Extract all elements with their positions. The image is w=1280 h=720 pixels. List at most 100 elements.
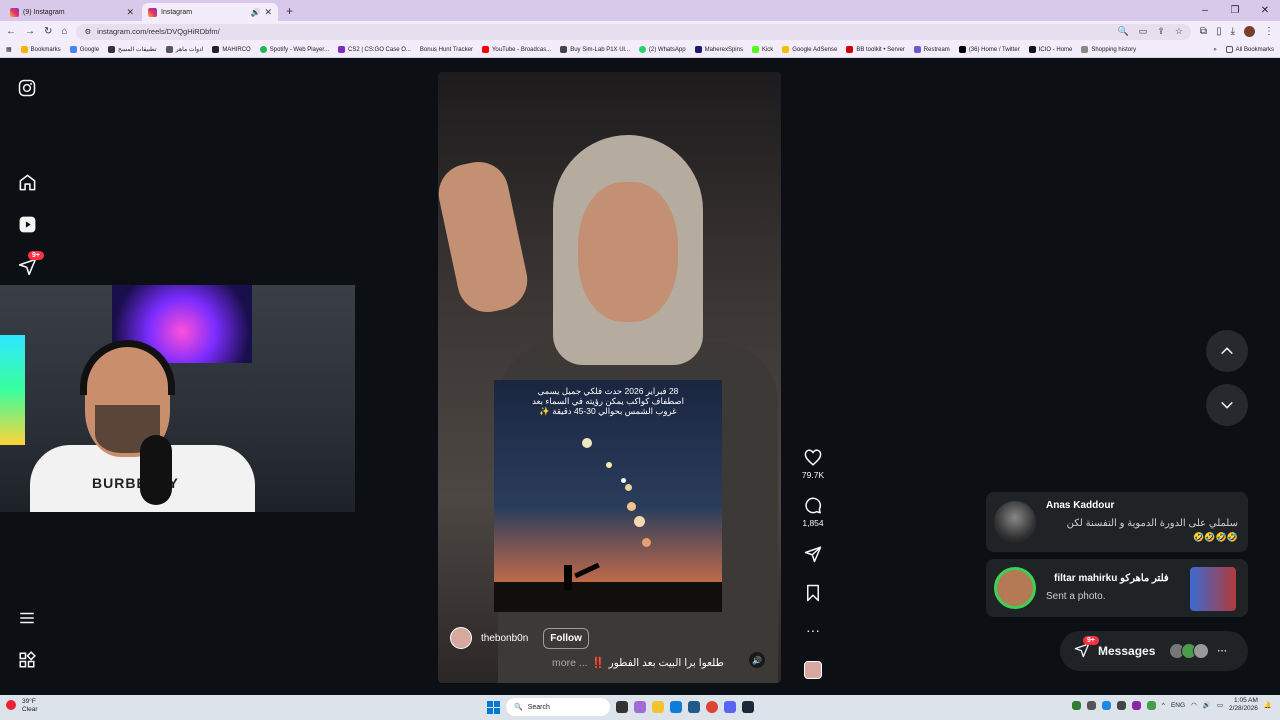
menu-icon[interactable]: ⋮ <box>1264 26 1274 37</box>
copilot-icon[interactable] <box>634 701 646 713</box>
share-icon[interactable]: ⇪ <box>1157 26 1165 37</box>
also-from-meta-icon[interactable] <box>16 649 38 671</box>
message-notification[interactable]: filtar mahirku فلتر ماهركو Sent a photo. <box>986 559 1248 617</box>
tab-instagram-reel[interactable]: Instagram 🔊 ✕ <box>142 3 278 21</box>
message-emojis: 🤣🤣🤣🤣 <box>1193 532 1238 542</box>
volume-icon[interactable]: 🔊 <box>1203 701 1211 709</box>
chrome-icon[interactable] <box>706 701 718 713</box>
instagram-logo-icon[interactable] <box>16 77 38 99</box>
reload-icon[interactable]: ↻ <box>44 26 52 37</box>
bookmark-item[interactable]: BB toolkit • Server <box>846 46 905 53</box>
chevron-up-icon[interactable]: ^ <box>1162 702 1165 709</box>
author-avatar[interactable] <box>450 627 472 649</box>
bookmark-item[interactable]: Google AdSense <box>782 46 837 53</box>
bookmark-item[interactable]: (36) Home / Twitter <box>958 46 1020 53</box>
edge-icon[interactable] <box>670 701 682 713</box>
wifi-icon[interactable]: ◠ <box>1191 701 1197 709</box>
all-bookmarks-button[interactable]: All Bookmarks <box>1225 46 1274 53</box>
bookmark-item[interactable]: Restream <box>913 46 950 53</box>
task-view-icon[interactable] <box>616 701 628 713</box>
forward-icon[interactable]: → <box>25 26 35 37</box>
profile-avatar-icon[interactable] <box>1244 26 1255 37</box>
bookmark-item[interactable]: ICIO - Home <box>1028 46 1072 53</box>
downloads-icon[interactable]: ⤓ <box>1231 26 1235 37</box>
next-reel-button[interactable] <box>1206 384 1248 426</box>
notification-bell-icon[interactable]: 🔔 <box>1264 701 1272 709</box>
extensions-icon[interactable]: ⧉ <box>1200 26 1207 37</box>
tray-app-icon[interactable] <box>1086 700 1096 710</box>
tray-app-icon[interactable] <box>1131 700 1141 710</box>
more-bookmarks-icon[interactable]: » <box>1213 47 1216 53</box>
battery-icon[interactable]: ▭ <box>1217 701 1223 709</box>
reel-caption[interactable]: more ... ‼️ طلعوا برا البيت بعد الفطور <box>552 656 724 670</box>
comment-button[interactable]: 1,854 <box>800 497 826 528</box>
caption-more-link[interactable]: more ... <box>552 657 588 669</box>
clock[interactable]: 1:05 AM 2/28/2026 <box>1229 697 1258 713</box>
tray-app-icon[interactable] <box>1071 700 1081 710</box>
bookmark-item[interactable]: CS2 | CS:GO Case O... <box>337 46 411 53</box>
reels-icon[interactable] <box>16 213 38 235</box>
tray-app-icon[interactable] <box>1101 700 1111 710</box>
share-button[interactable] <box>800 545 826 566</box>
start-icon[interactable] <box>487 700 500 714</box>
direct-messages-icon[interactable]: 9+ <box>16 251 44 277</box>
follow-button[interactable]: Follow <box>543 627 589 649</box>
bookmark-item[interactable]: (2) WhatsApp <box>638 46 686 53</box>
save-button[interactable] <box>800 584 826 605</box>
taskbar-search[interactable]: 🔍 Search <box>506 698 610 716</box>
sidebar-icon[interactable]: ▯ <box>1216 26 1222 37</box>
bookmark-item[interactable]: Bonus Hunt Tracker <box>420 47 473 53</box>
cast-icon[interactable]: ▭ <box>1139 26 1148 37</box>
bookmark-item[interactable]: تطبيقات المسح <box>108 46 157 53</box>
message-notification[interactable]: Anas Kaddour سلملي على الدورة الدموية و … <box>986 492 1248 552</box>
reel-video[interactable]: 28 فبراير 2026 حدث فلكي جميل يسمى اصطفاف… <box>438 72 781 683</box>
address-bar[interactable]: ⚙ instagram.com/reels/DVQgHiRDbfm/ 🔍 ▭ ⇪… <box>76 23 1191 40</box>
weather-widget[interactable]: 39°F Clear <box>22 698 38 714</box>
photo-thumbnail <box>1190 567 1236 611</box>
bookmark-item[interactable]: Google <box>69 46 99 53</box>
bookmark-item[interactable]: Spotify - Web Player... <box>259 46 329 53</box>
steam-icon[interactable] <box>742 701 754 713</box>
close-window-icon[interactable]: ✕ <box>1250 5 1280 16</box>
language-indicator[interactable]: ENG <box>1171 702 1185 709</box>
app-icon[interactable] <box>688 701 700 713</box>
bookmark-item[interactable]: MaherexSpins <box>694 46 743 53</box>
bookmark-item[interactable]: Buy Sim-Lab P1X Ul... <box>560 46 630 53</box>
bookmark-item[interactable]: MAHIRCO <box>212 46 251 53</box>
minimize-icon[interactable]: – <box>1190 5 1220 16</box>
webcam-overlay: BURBERRY <box>0 285 355 512</box>
video-subject-hand <box>438 156 533 318</box>
star-icon[interactable]: ☆ <box>1175 26 1183 37</box>
bookmark-item[interactable]: YouTube - Broadcas... <box>481 46 551 53</box>
zoom-icon[interactable]: 🔍 <box>1118 26 1129 37</box>
more-menu-icon[interactable] <box>16 607 38 629</box>
audio-playing-icon[interactable]: 🔊 <box>250 8 260 17</box>
caption-emoji: ‼️ <box>591 657 605 669</box>
audio-thumbnail[interactable] <box>800 661 826 681</box>
tray-app-icon[interactable] <box>1146 700 1156 710</box>
discord-icon[interactable] <box>724 701 736 713</box>
more-options-icon[interactable]: ··· <box>800 622 826 638</box>
like-button[interactable]: 79.7K <box>800 449 826 480</box>
apps-icon[interactable]: ▦ <box>6 46 12 53</box>
maximize-icon[interactable]: ❐ <box>1220 5 1250 16</box>
previous-reel-button[interactable] <box>1206 330 1248 372</box>
tab-instagram-inbox[interactable]: (9) Instagram ✕ <box>4 3 140 21</box>
bookmark-item[interactable]: Kick <box>751 46 773 53</box>
close-tab-icon[interactable]: ✕ <box>264 7 272 18</box>
new-tab-icon[interactable]: + <box>286 4 293 18</box>
home-icon[interactable]: ⌂ <box>61 26 67 37</box>
mute-toggle-icon[interactable]: 🔊 <box>749 652 765 668</box>
messages-button[interactable]: 9+ Messages ··· <box>1060 631 1248 671</box>
home-icon[interactable] <box>16 171 38 193</box>
tray-app-icon[interactable] <box>1116 700 1126 710</box>
site-info-icon[interactable]: ⚙ <box>84 27 91 36</box>
file-explorer-icon[interactable] <box>652 701 664 713</box>
bookmark-item[interactable]: ادوات ماهر <box>165 46 203 53</box>
comments-count: 1,854 <box>802 518 824 528</box>
bookmark-item[interactable]: Bookmarks <box>20 46 61 53</box>
back-icon[interactable]: ← <box>6 26 16 37</box>
bookmark-item[interactable]: Shopping history <box>1081 46 1136 53</box>
close-tab-icon[interactable]: ✕ <box>126 7 134 18</box>
author-username[interactable]: thebonb0n <box>481 633 528 644</box>
